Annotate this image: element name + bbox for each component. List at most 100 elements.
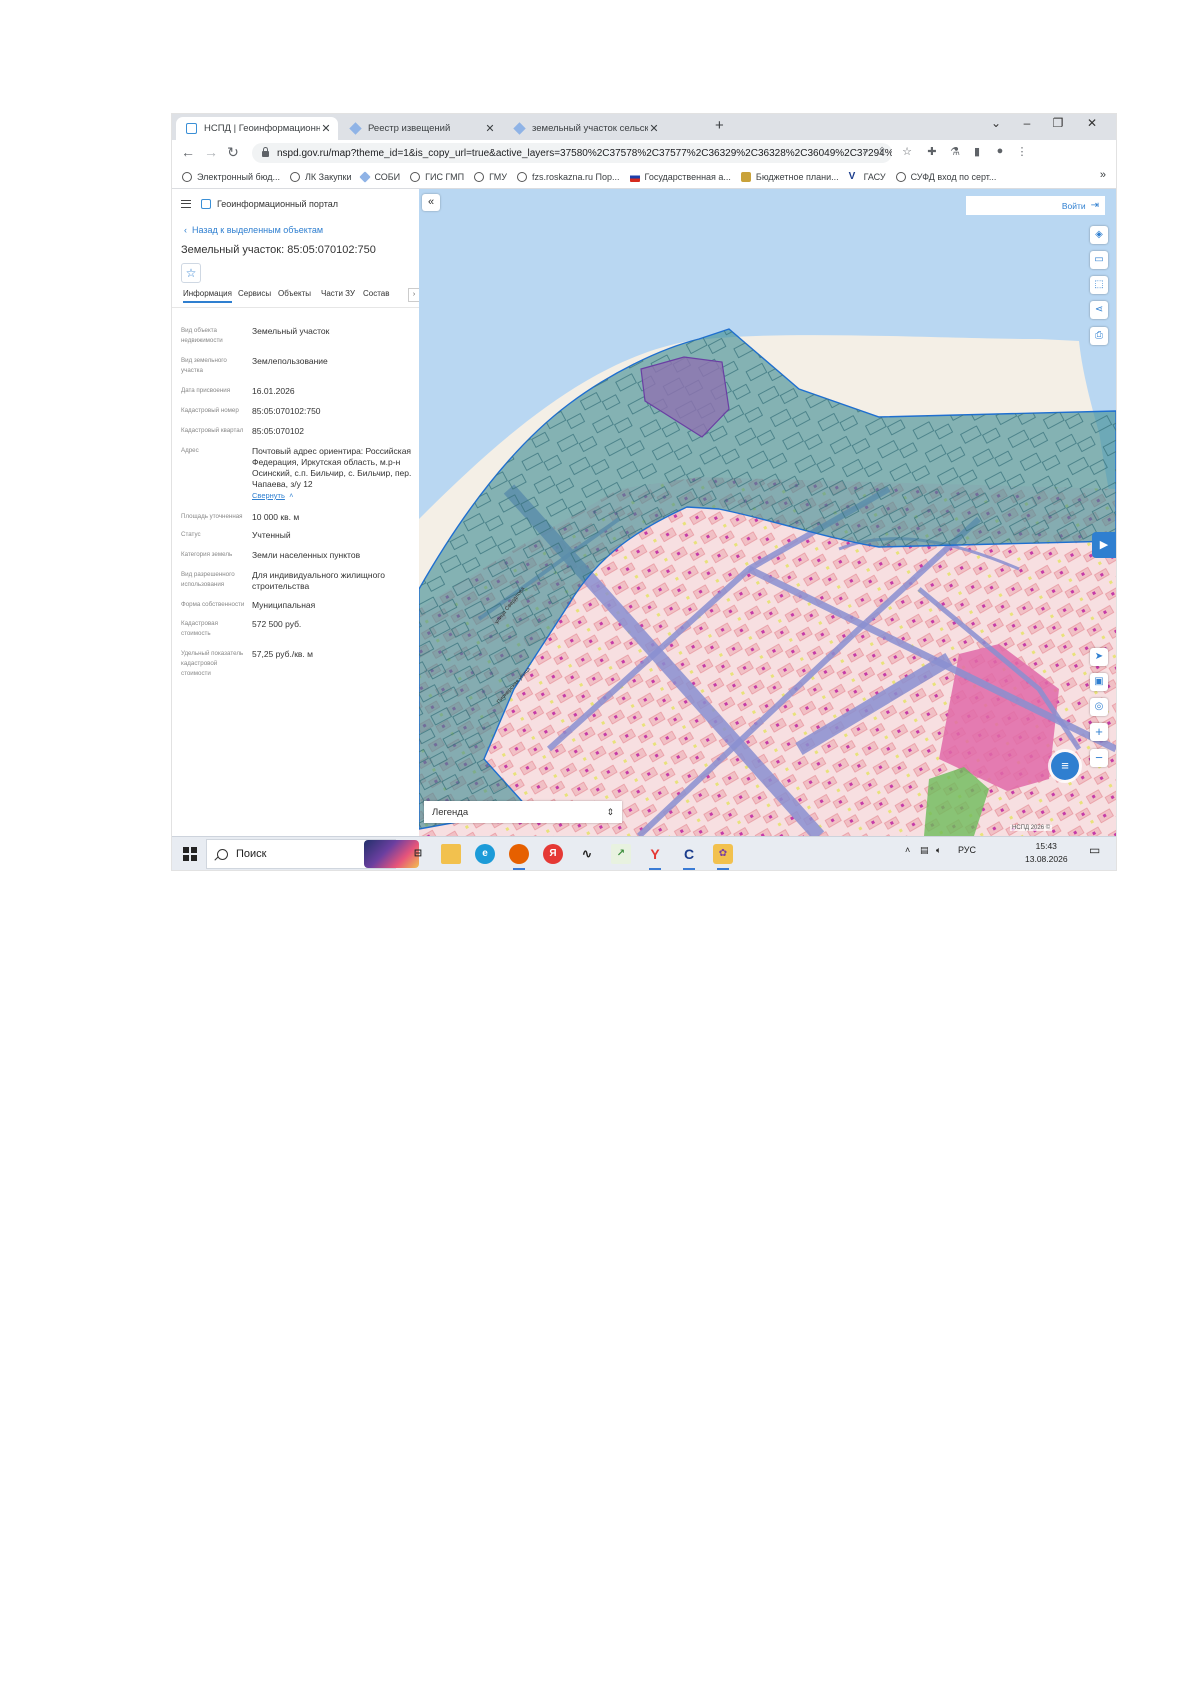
minimap-icon[interactable]: ▣ bbox=[1090, 673, 1108, 691]
url-text: nspd.gov.ru/map?theme_id=1&is_copy_url=t… bbox=[277, 147, 892, 159]
globe-icon bbox=[474, 172, 485, 182]
share-icon[interactable]: ⋖ bbox=[1090, 301, 1108, 319]
back-to-selected-link[interactable]: ‹ Назад к выделенным объектам bbox=[184, 225, 323, 235]
side-panel-icon[interactable]: ▮ bbox=[969, 145, 985, 158]
close-tab-icon[interactable]: ✕ bbox=[648, 122, 660, 135]
chevron-up-icon: ˄ bbox=[287, 493, 294, 500]
nspd-favicon-icon bbox=[186, 123, 197, 134]
lock-icon bbox=[262, 147, 269, 157]
collapse-address-link[interactable]: Свернуть bbox=[252, 491, 285, 500]
back-arrow-icon[interactable]: ← bbox=[179, 144, 197, 160]
chrome-like-browser-icon[interactable]: C bbox=[679, 844, 699, 870]
notifications-icon[interactable]: ▭ bbox=[1089, 843, 1100, 857]
nspd-logo-icon bbox=[201, 199, 211, 209]
address-bar[interactable]: nspd.gov.ru/map?theme_id=1&is_copy_url=t… bbox=[252, 143, 892, 163]
yandex-icon[interactable]: Я bbox=[543, 844, 563, 864]
bookmarks-overflow-button[interactable]: » bbox=[1100, 169, 1106, 181]
tab-title: Реестр извещений bbox=[368, 123, 451, 134]
zoom-out-icon[interactable]: − bbox=[1090, 749, 1108, 767]
profile-avatar-icon[interactable]: ● bbox=[992, 145, 1008, 157]
layers-icon[interactable]: ◈ bbox=[1090, 226, 1108, 244]
favorite-star-button[interactable]: ☆ bbox=[181, 263, 201, 283]
forward-arrow-icon[interactable]: → bbox=[202, 144, 220, 160]
tab-objects[interactable]: Объекты bbox=[278, 289, 311, 298]
object-info-panel: Геоинформационный портал ‹ Назад к выдел… bbox=[172, 189, 420, 836]
windows-start-icon[interactable] bbox=[183, 847, 197, 861]
lab-flask-icon[interactable]: ⚗ bbox=[947, 145, 963, 158]
globe-icon bbox=[895, 172, 906, 182]
zoom-in-icon[interactable]: + bbox=[1090, 723, 1108, 741]
bookmark-item[interactable]: Электронный бюд... bbox=[182, 172, 280, 182]
bookmark-item[interactable]: СУФД вход по серт... bbox=[895, 172, 996, 182]
screenshot-frame: НСПД | Геоинформационный п ✕ Реестр изве… bbox=[172, 114, 1116, 870]
login-button[interactable]: Войти ⇥ bbox=[966, 196, 1105, 215]
bookmark-item[interactable]: V ГАСУ bbox=[848, 171, 886, 183]
globe-icon bbox=[410, 172, 421, 182]
gasu-logo-icon: V bbox=[848, 171, 856, 182]
map-copyright: НСПД 2026 © bbox=[1010, 825, 1053, 831]
search-icon bbox=[217, 848, 228, 860]
select-area-icon[interactable]: ⬚ bbox=[1090, 276, 1108, 294]
file-explorer-icon[interactable] bbox=[441, 844, 461, 864]
close-window-icon[interactable]: ✕ bbox=[1082, 116, 1102, 130]
input-language-indicator[interactable]: РУС bbox=[958, 845, 976, 855]
tab-search-chevron-icon[interactable]: ⌄ bbox=[986, 116, 1006, 130]
location-pin-icon[interactable]: ◎ bbox=[1090, 698, 1108, 716]
print-icon[interactable]: ⎙ bbox=[1090, 327, 1108, 345]
measure-ruler-icon[interactable]: ▭ bbox=[1090, 251, 1108, 269]
tab-composition[interactable]: Состав bbox=[363, 289, 390, 298]
tab-land-plot[interactable]: земельный участок сельскохоз ✕ bbox=[504, 117, 666, 140]
tab-nspd[interactable]: НСПД | Геоинформационный п ✕ bbox=[176, 117, 338, 140]
tab-services[interactable]: Сервисы bbox=[238, 289, 271, 298]
yandex-browser-icon[interactable]: Y bbox=[645, 844, 665, 870]
bookmark-item[interactable]: Государственная а... bbox=[629, 172, 731, 182]
zoom-icon[interactable]: ⌕ bbox=[858, 145, 874, 158]
kebab-menu-icon[interactable]: ⋮ bbox=[1014, 145, 1030, 158]
edge-browser-icon[interactable]: e bbox=[475, 844, 495, 864]
system-clock[interactable]: 15:43 13.08.2026 bbox=[1025, 840, 1068, 866]
chat-support-icon[interactable]: ≡ bbox=[1051, 752, 1079, 780]
tab-parcel-parts[interactable]: Части ЗУ bbox=[321, 289, 355, 298]
paint-app-icon[interactable]: ✿ bbox=[713, 844, 733, 870]
cadastral-map[interactable]: улица Свердлова Пионерская улица « Войти… bbox=[419, 189, 1116, 836]
new-tab-button[interactable]: + bbox=[715, 117, 724, 134]
tab-title: земельный участок сельскохоз bbox=[532, 123, 648, 134]
geolocation-icon[interactable]: ➤ bbox=[1090, 648, 1108, 666]
firefox-icon[interactable] bbox=[509, 844, 529, 870]
map-canvas[interactable]: улица Свердлова Пионерская улица bbox=[419, 189, 1116, 836]
task-view-icon[interactable]: ⊟ bbox=[408, 844, 428, 864]
tray-chevron-up-icon[interactable]: ˄ bbox=[905, 845, 910, 855]
login-arrow-icon: ⇥ bbox=[1090, 200, 1099, 211]
globe-icon bbox=[290, 172, 300, 182]
globe-icon bbox=[517, 172, 528, 182]
bookmarks-bar: Электронный бюд... ЛК Закупки СОБИ ГИС Г… bbox=[172, 166, 1116, 189]
browser-tab-strip: НСПД | Геоинформационный п ✕ Реестр изве… bbox=[172, 114, 1116, 140]
bookmark-item[interactable]: ГИС ГМП bbox=[410, 172, 464, 182]
tab-information[interactable]: Информация bbox=[183, 289, 232, 303]
open-sidebar-icon[interactable]: ▶ bbox=[1092, 532, 1116, 558]
share-icon[interactable]: ⇪ bbox=[874, 145, 890, 158]
bookmark-item[interactable]: Бюджетное плани... bbox=[740, 172, 839, 182]
tab-notices-registry[interactable]: Реестр извещений ✕ bbox=[340, 117, 502, 140]
chart-app-icon[interactable]: ↗ bbox=[611, 844, 631, 864]
volume-icon[interactable]: 🔈︎ bbox=[936, 845, 941, 856]
close-tab-icon[interactable]: ✕ bbox=[484, 122, 496, 135]
bookmark-item[interactable]: fzs.roskazna.ru Пор... bbox=[517, 172, 620, 182]
minimize-icon[interactable]: – bbox=[1017, 116, 1037, 130]
restore-icon[interactable]: ❐ bbox=[1048, 116, 1068, 130]
extensions-puzzle-icon[interactable]: ✚ bbox=[924, 145, 940, 158]
torgi-favicon-icon bbox=[349, 122, 362, 135]
network-icon[interactable]: ▤ bbox=[920, 845, 929, 856]
close-tab-icon[interactable]: ✕ bbox=[320, 122, 332, 135]
yandex-music-icon[interactable]: ∿ bbox=[577, 844, 597, 864]
bookmark-item[interactable]: ГМУ bbox=[474, 172, 507, 182]
hamburger-menu-icon[interactable] bbox=[181, 200, 191, 208]
bookmark-item[interactable]: СОБИ bbox=[359, 171, 400, 183]
bookmark-star-icon[interactable]: ☆ bbox=[899, 145, 915, 158]
portal-title: Геоинформационный портал bbox=[217, 199, 338, 209]
collapse-panel-button[interactable]: « bbox=[422, 194, 440, 211]
reload-icon[interactable]: ↻ bbox=[224, 144, 242, 161]
tab-title: НСПД | Геоинформационный п bbox=[204, 123, 320, 134]
bookmark-item[interactable]: ЛК Закупки bbox=[290, 172, 351, 182]
legend-dropdown[interactable]: Легенда ⇕ bbox=[424, 801, 622, 823]
